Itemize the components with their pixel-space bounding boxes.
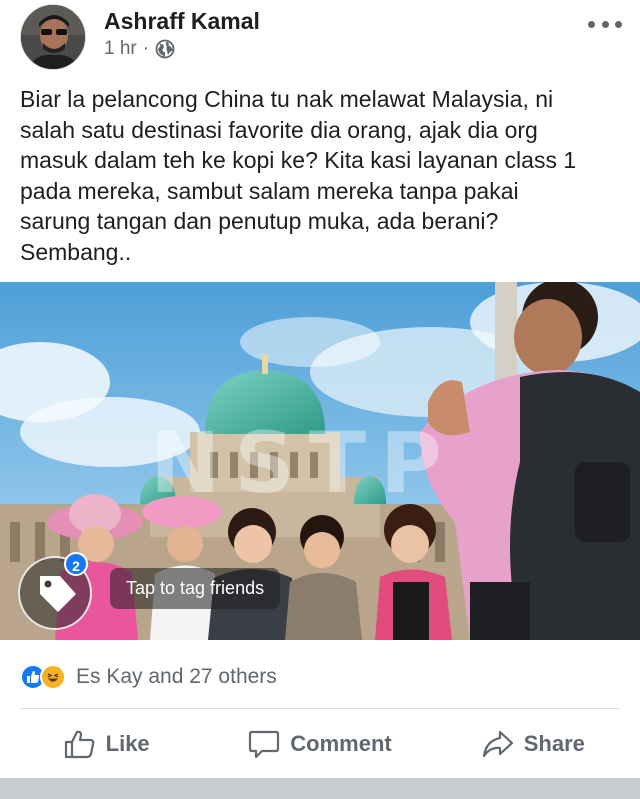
comment-icon	[249, 730, 280, 759]
comment-button[interactable]: Comment	[213, 712, 426, 776]
like-icon	[64, 730, 94, 759]
like-label: Like	[105, 731, 150, 756]
share-label: Share	[523, 731, 585, 756]
more-dot	[601, 20, 609, 28]
post-meta: 1 hr ·	[104, 38, 175, 60]
tag-friends-tooltip[interactable]: Tap to tag friends	[110, 568, 281, 609]
feed-separator	[0, 778, 640, 799]
globe-icon	[155, 39, 175, 59]
reactions-summary[interactable]: Es Kay and 27 others	[20, 660, 277, 694]
more-dot	[615, 20, 622, 28]
post-time[interactable]: 1 hr	[104, 38, 137, 60]
divider	[20, 708, 620, 709]
like-button[interactable]: Like	[0, 712, 213, 776]
author-name[interactable]: Ashraff Kamal	[104, 8, 260, 35]
share-button[interactable]: Share	[427, 712, 640, 776]
post-text: Biar la pelancong China tu nak melawat M…	[20, 86, 577, 265]
facebook-post: Ashraff Kamal 1 hr · Biar la pelancong C…	[0, 0, 640, 799]
tag-count-badge: 2	[64, 552, 88, 576]
haha-reaction-icon	[40, 664, 66, 690]
post-photo[interactable]: NSTP 2 Tap to tag friends	[0, 282, 640, 640]
share-icon	[482, 730, 513, 758]
more-options-icon[interactable]	[588, 14, 622, 34]
reactions-text: Es Kay and 27 others	[76, 665, 277, 688]
author-avatar[interactable]	[20, 4, 86, 70]
photo-watermark: NSTP	[150, 414, 456, 512]
post-actions: Like Comment Share	[0, 712, 640, 776]
post-header: Ashraff Kamal 1 hr ·	[0, 0, 640, 76]
meta-separator: ·	[142, 38, 150, 59]
more-dot	[588, 20, 595, 28]
comment-label: Comment	[290, 731, 392, 756]
